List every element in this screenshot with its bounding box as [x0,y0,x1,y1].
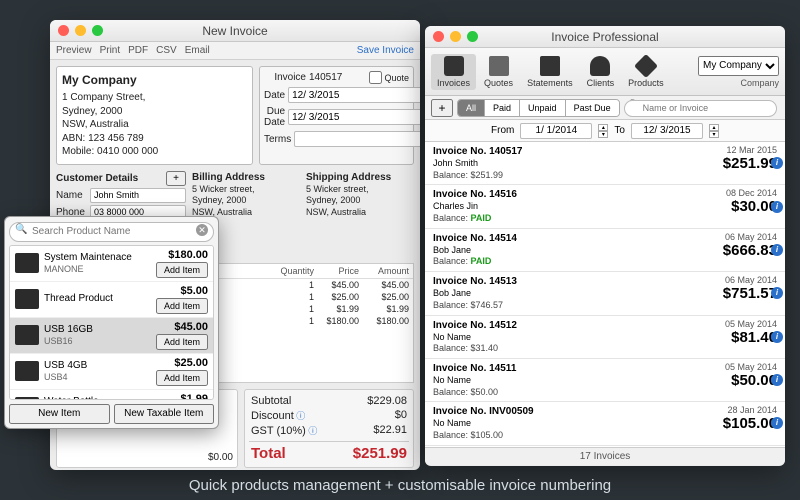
tab-quotes[interactable]: Quotes [478,54,519,90]
search-input[interactable] [624,100,777,117]
invoice-row[interactable]: Invoice No. 14516Charles JinBalance: PAI… [425,185,785,228]
titlebar-right: Invoice Professional [425,26,785,48]
add-item-button[interactable]: Add Item [156,370,208,386]
status-bar: 17 Invoices [425,447,785,465]
zoom-icon[interactable] [92,25,103,36]
info-icon[interactable]: i [771,157,783,169]
invoice-meta: Invoice 140517 Quote Date Due Date Terms [259,66,414,165]
product-thumb-icon [15,361,39,381]
save-invoice-button[interactable]: Save Invoice [357,45,414,56]
add-item-button[interactable]: Add Item [156,298,208,314]
toolbar-csv[interactable]: CSV [156,45,177,56]
minimize-icon[interactable] [75,25,86,36]
product-search-input[interactable] [9,222,214,242]
add-item-button[interactable]: Add Item [156,334,208,350]
to-stepper[interactable]: ▴▾ [709,124,719,138]
quote-checkbox[interactable] [369,71,382,84]
statements-icon [540,56,560,76]
product-thumb-icon [15,253,39,273]
toolbar-email[interactable]: Email [185,45,210,56]
product-item[interactable]: System MaintenaceMANONE$180.00Add Item [10,246,213,282]
invoice-no-label: Invoice [264,72,306,83]
invoice-row[interactable]: Invoice No. 14514Bob JaneBalance: PAID06… [425,229,785,272]
new-item-button[interactable]: New Item [9,404,110,424]
invoice-toolbar: Preview Print PDF CSV Email Save Invoice [50,42,420,60]
window-title: Invoice Professional [425,30,785,44]
invoice-row[interactable]: Invoice No. 14513Bob JaneBalance: $746.5… [425,272,785,315]
close-icon[interactable] [58,25,69,36]
toolbar-preview[interactable]: Preview [56,45,92,56]
new-invoice-button[interactable]: + [431,99,453,117]
toolbar-print[interactable]: Print [100,45,121,56]
invoice-row[interactable]: Invoice No. INV00509No NameBalance: $105… [425,402,785,445]
due-date-field[interactable] [288,109,420,125]
toolbar-pdf[interactable]: PDF [128,45,148,56]
product-item[interactable]: Thread Product$5.00Add Item [10,282,213,318]
tab-statements[interactable]: Statements [521,54,579,90]
totals-box: Subtotal$229.08 Discount$0 GST (10%)$22.… [244,389,414,468]
add-customer-button[interactable]: + [166,171,186,186]
product-list[interactable]: System MaintenaceMANONE$180.00Add ItemTh… [9,245,214,400]
minimize-icon[interactable] [450,31,461,42]
tab-products[interactable]: Products [622,54,670,90]
segment-unpaid[interactable]: Unpaid [520,100,566,116]
titlebar-left: New Invoice [50,20,420,42]
product-item[interactable]: USB 4GBUSB4$25.00Add Item [10,354,213,390]
quotes-icon [489,56,509,76]
invoice-list[interactable]: Invoice No. 140517John SmithBalance: $25… [425,142,785,447]
window-title: New Invoice [50,24,420,38]
shipping-address: Shipping Address 5 Wicker street, Sydney… [306,171,414,239]
info-icon[interactable]: i [771,244,783,256]
terms-field[interactable] [294,131,420,147]
invoice-list-window: Invoice Professional Invoices Quotes Sta… [425,26,785,466]
company-block: My Company 1 Company Street, Sydney, 200… [56,66,253,165]
invoice-row[interactable]: Invoice No. INV00508No NameBalance: $110… [425,446,785,447]
product-thumb-icon [15,397,39,400]
add-item-button[interactable]: Add Item [156,262,208,278]
product-item[interactable]: Water BottleH2O$1.99Add Item [10,390,213,400]
clients-icon [590,56,610,76]
from-date-field[interactable] [520,123,592,139]
from-stepper[interactable]: ▴▾ [598,124,608,138]
close-icon[interactable] [433,31,444,42]
info-icon[interactable]: i [771,201,783,213]
segment-all[interactable]: All [458,100,485,116]
new-taxable-item-button[interactable]: New Taxable Item [114,404,215,424]
date-range-row: From ▴▾ To ▴▾ [425,120,785,142]
tab-invoices[interactable]: Invoices [431,54,476,90]
segment-paid[interactable]: Paid [485,100,520,116]
product-thumb-icon [15,325,39,345]
info-icon[interactable]: i [771,287,783,299]
invoice-row[interactable]: Invoice No. 14512No NameBalance: $31.400… [425,316,785,359]
zoom-icon[interactable] [467,31,478,42]
customer-name-field[interactable] [90,188,186,203]
info-icon[interactable]: i [771,374,783,386]
products-icon [634,53,658,77]
segment-pastdue[interactable]: Past Due [566,100,619,116]
invoice-row[interactable]: Invoice No. 140517John SmithBalance: $25… [425,142,785,185]
to-date-field[interactable] [631,123,703,139]
company-name: My Company [62,72,247,88]
filter-row: + All Paid Unpaid Past Due [425,96,785,120]
product-thumb-icon [15,289,39,309]
product-item[interactable]: USB 16GBUSB16$45.00Add Item [10,318,213,354]
info-icon[interactable]: i [771,331,783,343]
product-popover: System MaintenaceMANONE$180.00Add ItemTh… [4,216,219,429]
tab-clients[interactable]: Clients [581,54,621,90]
caption: Quick products management + customisable… [0,477,800,494]
invoice-no: 140517 [309,72,366,83]
date-field[interactable] [288,87,420,103]
invoices-icon [444,56,464,76]
company-select[interactable]: My Company [698,56,779,76]
info-icon[interactable]: i [771,417,783,429]
invoice-row[interactable]: Invoice No. 14511No NameBalance: $50.000… [425,359,785,402]
main-toolbar: Invoices Quotes Statements Clients Produ… [425,48,785,96]
status-filter-segment[interactable]: All Paid Unpaid Past Due [457,99,620,117]
